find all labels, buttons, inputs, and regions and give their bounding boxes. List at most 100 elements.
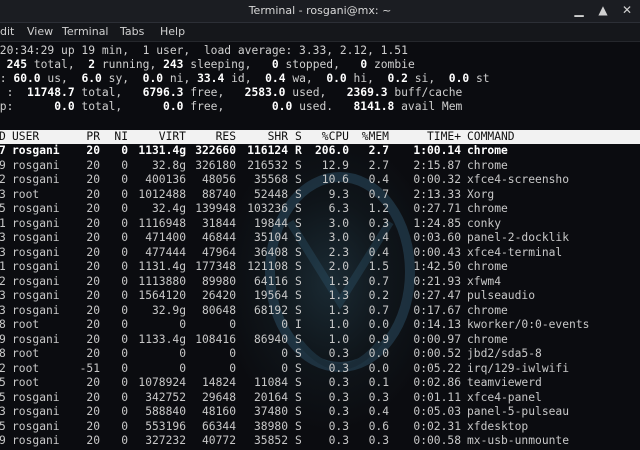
window-controls: ▁ ▲ ✕ — [572, 3, 634, 17]
process-row[interactable]: 3 rosgani 20 0 477444 47964 36408 S 2.3 0.4 0:00.4… — [0, 246, 640, 260]
process-time: 0:14.13 — [413, 318, 461, 331]
process-row[interactable]: 5 rosgani 20 0 32.4g 139948 103236 S 6.3 1.2 0:27.… — [0, 202, 640, 216]
process-row[interactable]: 5 rosgani 20 0 553196 66344 38980 S 0.3 0.6 0:02.3… — [0, 420, 640, 434]
process-pr: 20 — [86, 318, 100, 331]
process-mem: 0.7 — [368, 274, 389, 288]
process-state: S — [295, 245, 302, 259]
col-cpu[interactable]: %CPU — [303, 130, 349, 144]
process-virt: 327232 — [145, 434, 186, 447]
close-icon[interactable]: ✕ — [620, 3, 634, 17]
process-row[interactable]: 1 rosgani 20 0 1131.4g 177348 121108 S 2.0 1.5 1:4… — [0, 260, 640, 274]
process-row[interactable]: 2 rosgani 20 0 400136 48056 35568 S 10.6 0.4 0:00.… — [0, 173, 640, 187]
col-state[interactable]: S — [295, 130, 302, 144]
process-user: rosgani — [12, 332, 60, 346]
process-pr: 20 — [86, 289, 100, 302]
process-time: 0:27.47 — [413, 289, 461, 302]
menu-edit[interactable]: dit — [0, 25, 14, 38]
maximize-icon[interactable]: ▲ — [596, 3, 610, 17]
minimize-icon[interactable]: ▁ — [572, 3, 586, 17]
process-virt: 1012488 — [138, 187, 186, 201]
col-shr[interactable]: SHR — [236, 130, 288, 144]
process-user: rosgani — [12, 289, 60, 302]
process-row[interactable]: 3 rosgani 20 0 588840 48160 37480 S 0.3 0.4 0:05.0… — [0, 405, 640, 419]
process-state: S — [295, 187, 302, 201]
menu-view[interactable]: View — [27, 25, 53, 38]
process-pid: 3 — [0, 303, 6, 317]
menu-tabs[interactable]: Tabs — [120, 25, 144, 38]
process-ni: 0 — [121, 390, 128, 404]
col-virt[interactable]: VIRT — [128, 130, 186, 144]
process-state: S — [295, 173, 302, 186]
process-time: 0:01.11 — [413, 390, 461, 404]
process-row[interactable]: 9 rosgani 20 0 327232 40772 35852 S 0.3 0.3 0:00.5… — [0, 434, 640, 448]
process-ni: 0 — [121, 376, 128, 389]
process-virt: 1078924 — [138, 376, 186, 389]
process-pr: 20 — [86, 260, 100, 273]
process-shr: 19844 — [253, 216, 288, 230]
terminal-area[interactable]: 20:34:29 up 19 min, 1 user, load average… — [0, 42, 640, 450]
col-time[interactable]: TIME+ — [389, 130, 461, 144]
menu-terminal[interactable]: Terminal — [62, 25, 109, 38]
process-pid: 7 — [0, 144, 6, 157]
process-mem: 0.7 — [368, 303, 389, 317]
process-row[interactable]: 3 rosgani 20 0 1564120 26420 19564 S 1.3 0.2 0:27.… — [0, 289, 640, 303]
process-row[interactable]: 8 root 20 0 0 0 0 S 0.3 0.0 0:00.52 jbd2/sda5-8 — [0, 347, 640, 361]
process-row[interactable]: 8 root 20 0 0 0 0 I 1.0 0.0 0:14.13 kworker/0:0-eve… — [0, 318, 640, 332]
process-time: 1:00.14 — [413, 144, 461, 157]
process-row[interactable]: 1 rosgani 20 0 1116948 31844 19844 S 3.0 0.3 1:24.… — [0, 217, 640, 231]
process-mem: 0.0 — [368, 318, 389, 331]
process-state: S — [295, 390, 302, 404]
process-shr: 103236 — [247, 202, 288, 215]
process-virt: 588840 — [145, 405, 186, 418]
process-command: chrome — [467, 158, 508, 172]
process-res: 80648 — [201, 303, 236, 317]
process-cpu: 1.0 — [328, 332, 349, 346]
col-user[interactable]: USER — [12, 130, 39, 144]
process-user: rosgani — [12, 216, 60, 230]
process-shr: 64116 — [253, 274, 288, 288]
process-virt: 1116948 — [138, 216, 186, 230]
process-mem: 0.9 — [368, 332, 389, 346]
col-mem[interactable]: %MEM — [349, 130, 389, 144]
process-row[interactable]: 3 rosgani 20 0 471400 46844 35104 S 3.0 0.4 0:03.6… — [0, 231, 640, 245]
process-user: rosgani — [12, 144, 60, 157]
process-cpu: 6.3 — [328, 202, 349, 215]
process-pr: 20 — [86, 144, 100, 157]
process-virt: 471400 — [145, 231, 186, 244]
col-pr[interactable]: PR — [72, 130, 100, 144]
process-time: 0:00.32 — [413, 173, 461, 186]
process-row[interactable]: 3 root 20 0 1012488 88740 52448 S 9.3 0.7 2:13.33 X… — [0, 188, 640, 202]
process-row[interactable]: 5 rosgani 20 0 342752 29648 20164 S 0.3 0.3 0:01.1… — [0, 391, 640, 405]
process-row[interactable]: 2 rosgani 20 0 1113880 89980 64116 S 1.3 0.7 0:21.… — [0, 275, 640, 289]
menu-bar: dit View Terminal Tabs Help — [0, 23, 640, 42]
cpu-line: ): 60.0 us, 6.0 sy, 0.0 ni, 33.4 id, 0.4… — [0, 72, 490, 85]
col-res[interactable]: RES — [186, 130, 236, 144]
process-command: xfdesktop — [467, 419, 529, 433]
process-virt: 0 — [179, 318, 186, 331]
process-cpu: 2.3 — [328, 245, 349, 259]
process-row[interactable]: 2 root -51 0 0 0 0 S 0.3 0.0 0:05.22 irq/129-iwlwif… — [0, 362, 640, 376]
process-pr: 20 — [86, 245, 100, 259]
process-row[interactable]: 5 root 20 0 1078924 14824 11084 S 0.3 0.1 0:02.86 t… — [0, 376, 640, 390]
process-row[interactable]: 3 rosgani 20 0 32.9g 80648 68192 S 1.3 0.7 0:17.67… — [0, 304, 640, 318]
col-ni[interactable]: NI — [100, 130, 128, 144]
process-mem: 0.3 — [368, 216, 389, 230]
process-shr: 86940 — [253, 332, 288, 346]
process-row[interactable]: 7 rosgani 20 0 1131.4g 322660 116124 R 206.0 2.7 1… — [0, 144, 640, 158]
process-ni: 0 — [121, 405, 128, 418]
process-command: xfce4-screensho — [467, 173, 570, 186]
menu-help[interactable]: Help — [160, 25, 185, 38]
process-row[interactable]: 9 rosgani 20 0 32.8g 326180 216532 S 12.9 2.7 2:15… — [0, 159, 640, 173]
process-state: S — [295, 332, 302, 346]
process-ni: 0 — [121, 144, 128, 157]
col-command[interactable]: COMMAND — [467, 130, 515, 144]
process-ni: 0 — [121, 231, 128, 244]
col-pid[interactable]: D — [0, 130, 6, 144]
process-shr: 116124 — [247, 144, 288, 157]
process-pid: 1 — [0, 216, 6, 230]
process-row[interactable]: 9 rosgani 20 0 1133.4g 108416 86940 S 1.0 0.9 0:00… — [0, 333, 640, 347]
process-mem: 0.3 — [368, 434, 389, 447]
process-pr: 20 — [86, 216, 100, 230]
process-pid: 3 — [0, 187, 6, 201]
window-titlebar[interactable]: Terminal - rosgani@mx: ~ ▁ ▲ ✕ — [0, 0, 640, 23]
